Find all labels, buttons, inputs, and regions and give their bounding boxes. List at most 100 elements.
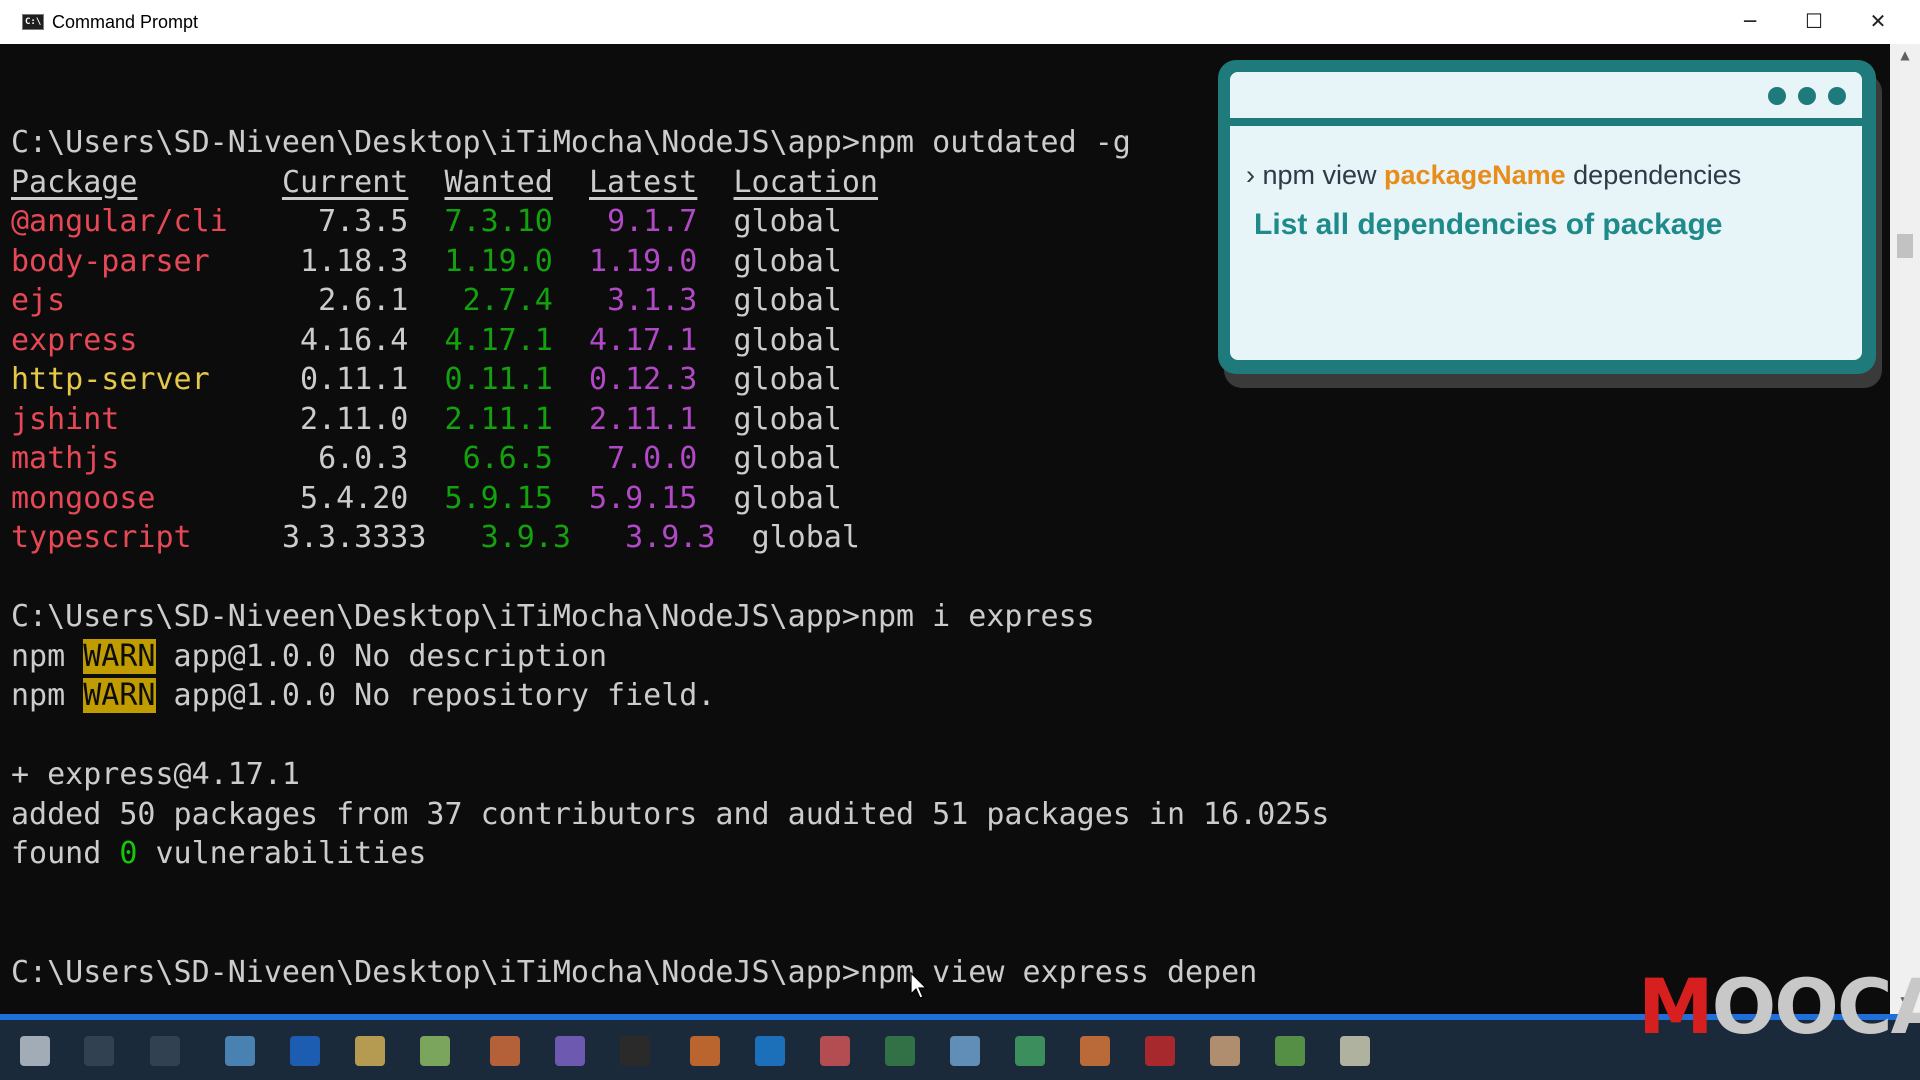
dot-icon bbox=[1798, 87, 1816, 105]
npm-label: npm bbox=[11, 638, 84, 674]
current-version: 7.3.5 bbox=[318, 204, 409, 239]
tip-card: › npm view packageName dependencies List… bbox=[1218, 60, 1876, 374]
task-view-icon[interactable] bbox=[150, 1036, 180, 1066]
warn-line: npm WARN app@1.0.0 No description bbox=[11, 637, 1330, 677]
tip-command-suffix: dependencies bbox=[1565, 160, 1742, 190]
added-package-line: + express@4.17.1 bbox=[11, 755, 1330, 795]
table-row: typescript 3.3.3333 3.9.3 3.9.3 global bbox=[11, 518, 1330, 558]
taskbar-app-icon[interactable] bbox=[950, 1036, 980, 1066]
package-location: global bbox=[733, 283, 842, 318]
search-icon[interactable] bbox=[84, 1036, 114, 1066]
prompt-path: C:\Users\SD-Niveen\Desktop\iTiMocha\Node… bbox=[11, 125, 860, 160]
taskbar-app-icon[interactable] bbox=[1145, 1036, 1175, 1066]
latest-version: 5.9.15 bbox=[589, 480, 698, 516]
package-location: global bbox=[733, 322, 842, 358]
package-location: global bbox=[733, 243, 842, 279]
scroll-up-icon[interactable]: ▲ bbox=[1890, 48, 1920, 62]
package-name: @angular/cli bbox=[11, 204, 228, 239]
taskbar-app-icon[interactable] bbox=[1275, 1036, 1305, 1066]
found-suffix: vulnerabilities bbox=[137, 836, 427, 871]
prompt-path: C:\Users\SD-Niveen\Desktop\iTiMocha\Node… bbox=[11, 599, 860, 634]
npm-label: npm bbox=[11, 678, 84, 713]
latest-version: 9.1.7 bbox=[607, 204, 698, 239]
summary-line: added 50 packages from 37 contributors a… bbox=[11, 795, 1330, 835]
wanted-version: 4.17.1 bbox=[444, 322, 553, 358]
tip-description: List all dependencies of package bbox=[1254, 208, 1723, 241]
taskbar-app-icon[interactable] bbox=[225, 1036, 255, 1066]
wanted-version: 6.6.5 bbox=[462, 441, 553, 476]
current-version: 0.11.1 bbox=[300, 362, 409, 397]
wanted-version: 5.9.15 bbox=[444, 480, 553, 516]
taskbar-app-icon[interactable] bbox=[690, 1036, 720, 1066]
chrome-icon[interactable] bbox=[1015, 1036, 1045, 1066]
current-version: 5.4.20 bbox=[300, 480, 409, 516]
current-version: 3.3.3333 bbox=[281, 520, 427, 555]
close-button[interactable]: ✕ bbox=[1848, 0, 1908, 44]
found-prefix: found bbox=[11, 836, 120, 871]
terminal-output: C:\Users\SD-Niveen\Desktop\iTiMocha\Node… bbox=[11, 123, 1330, 992]
package-location: global bbox=[733, 401, 842, 437]
column-header: Package bbox=[11, 164, 138, 200]
taskbar-app-icon[interactable] bbox=[1080, 1036, 1110, 1066]
package-location: global bbox=[733, 480, 842, 516]
table-row: http-server 0.11.1 0.11.1 0.12.3 global bbox=[11, 360, 1330, 400]
warn-line: npm WARN app@1.0.0 No repository field. bbox=[11, 676, 1330, 716]
window-titlebar: C:\ Command Prompt ─ ☐ ✕ bbox=[0, 0, 1920, 45]
vertical-scrollbar[interactable]: ▲ ▼ bbox=[1890, 44, 1920, 1014]
logo-part-1: M bbox=[1638, 962, 1714, 1051]
latest-version: 3.1.3 bbox=[607, 283, 698, 318]
table-row: ejs 2.6.1 2.7.4 3.1.3 global bbox=[11, 281, 1330, 321]
taskbar-app-icon[interactable] bbox=[290, 1036, 320, 1066]
tip-card-body: › npm view packageName dependencies List… bbox=[1230, 72, 1862, 360]
table-header: Package Current Wanted Latest Location bbox=[11, 163, 1330, 203]
wanted-version: 0.11.1 bbox=[444, 362, 553, 397]
prompt-path: C:\Users\SD-Niveen\Desktop\iTiMocha\Node… bbox=[11, 954, 860, 990]
folder-icon[interactable] bbox=[355, 1036, 385, 1066]
command-text: npm outdated -g bbox=[859, 125, 1131, 160]
scrollbar-thumb[interactable] bbox=[1897, 234, 1913, 258]
taskbar-app-icon[interactable] bbox=[490, 1036, 520, 1066]
minimize-button[interactable]: ─ bbox=[1720, 0, 1780, 44]
maximize-button[interactable]: ☐ bbox=[1784, 0, 1844, 44]
taskbar-app-icon[interactable] bbox=[420, 1036, 450, 1066]
prompt-line: C:\Users\SD-Niveen\Desktop\iTiMocha\Node… bbox=[11, 597, 1330, 637]
taskbar-app-icon[interactable] bbox=[885, 1036, 915, 1066]
start-icon[interactable] bbox=[20, 1036, 50, 1066]
dot-icon bbox=[1828, 87, 1846, 105]
install-summary: added 50 packages from 37 contributors a… bbox=[11, 796, 1330, 832]
taskbar-app-icon[interactable] bbox=[755, 1036, 785, 1066]
taskbar-app-icon[interactable] bbox=[555, 1036, 585, 1066]
added-package: + express@4.17.1 bbox=[11, 757, 300, 792]
terminal-taskbar-icon[interactable] bbox=[620, 1036, 650, 1066]
taskbar-app-icon[interactable] bbox=[1210, 1036, 1240, 1066]
vulnerability-line: found 0 vulnerabilities bbox=[11, 834, 1330, 874]
current-version: 4.16.4 bbox=[300, 322, 409, 358]
package-name: jshint bbox=[11, 401, 120, 437]
wanted-version: 2.7.4 bbox=[462, 283, 553, 318]
taskbar-app-icon[interactable] bbox=[1340, 1036, 1370, 1066]
package-name: typescript bbox=[11, 520, 192, 555]
taskbar-app-icon[interactable] bbox=[820, 1036, 850, 1066]
